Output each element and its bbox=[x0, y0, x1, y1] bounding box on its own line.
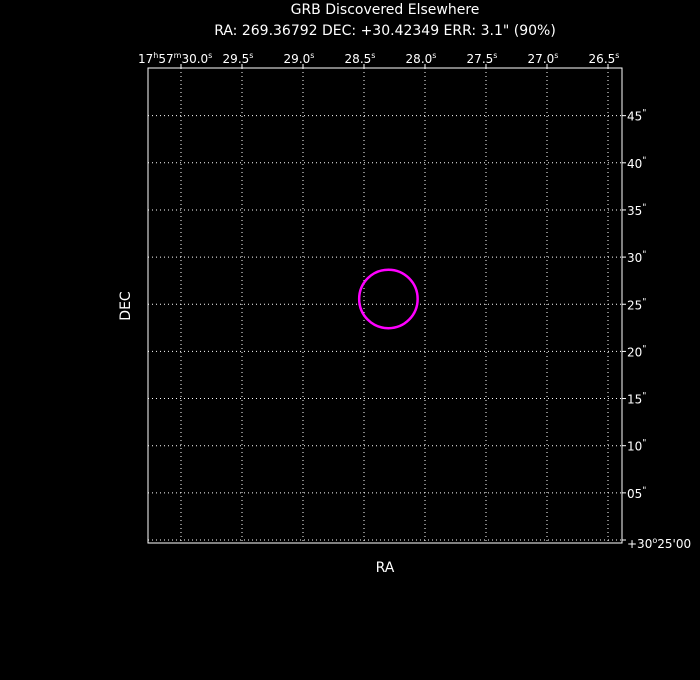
dec-tick-label: 25" bbox=[627, 297, 646, 312]
chart-subtitle: RA: 269.36792 DEC: +30.42349 ERR: 3.1" (… bbox=[214, 23, 556, 39]
y-axis-label: DEC bbox=[118, 291, 134, 321]
ra-tick-label: 28.0s bbox=[406, 51, 437, 66]
ra-tick-label: 27.0s bbox=[528, 51, 559, 66]
dec-tick-label: 15" bbox=[627, 392, 646, 407]
dec-tick-label: 40" bbox=[627, 156, 646, 171]
dec-tick-labels: +30o25'00 05" 10" 15" 20" 25" 30" 35" 40" 45" bbox=[622, 109, 691, 551]
dec-tick-label: 05" bbox=[627, 486, 646, 501]
dec-tick-label: 10" bbox=[627, 439, 646, 454]
ra-tick-label: 29.5s bbox=[223, 51, 254, 66]
ra-tick-label: 26.5s bbox=[589, 51, 620, 66]
ra-tick-label: 17h57m30.0s bbox=[138, 51, 212, 66]
finding-chart: GRB Discovered Elsewhere RA: 269.36792 D… bbox=[118, 2, 691, 576]
dec-tick-label: +30o25'00 bbox=[627, 536, 691, 551]
error-circle bbox=[357, 268, 419, 330]
ra-tick-label: 29.0s bbox=[284, 51, 315, 66]
dec-tick-label: 45" bbox=[627, 109, 646, 124]
ra-tick-label: 27.5s bbox=[467, 51, 498, 66]
coordinate-grid bbox=[148, 68, 622, 543]
plot-frame bbox=[147, 67, 623, 544]
chart-title: GRB Discovered Elsewhere bbox=[291, 2, 480, 18]
dec-tick-label: 30" bbox=[627, 250, 646, 265]
dec-tick-label: 35" bbox=[627, 203, 646, 218]
ra-tick-label: 28.5s bbox=[345, 51, 376, 66]
ra-tick-labels: 17h57m30.0s 29.5s 29.0s 28.5s 28.0s 27.5s 27.0… bbox=[138, 51, 619, 68]
x-axis-label: RA bbox=[376, 560, 395, 576]
dec-tick-label: 20" bbox=[627, 344, 646, 359]
